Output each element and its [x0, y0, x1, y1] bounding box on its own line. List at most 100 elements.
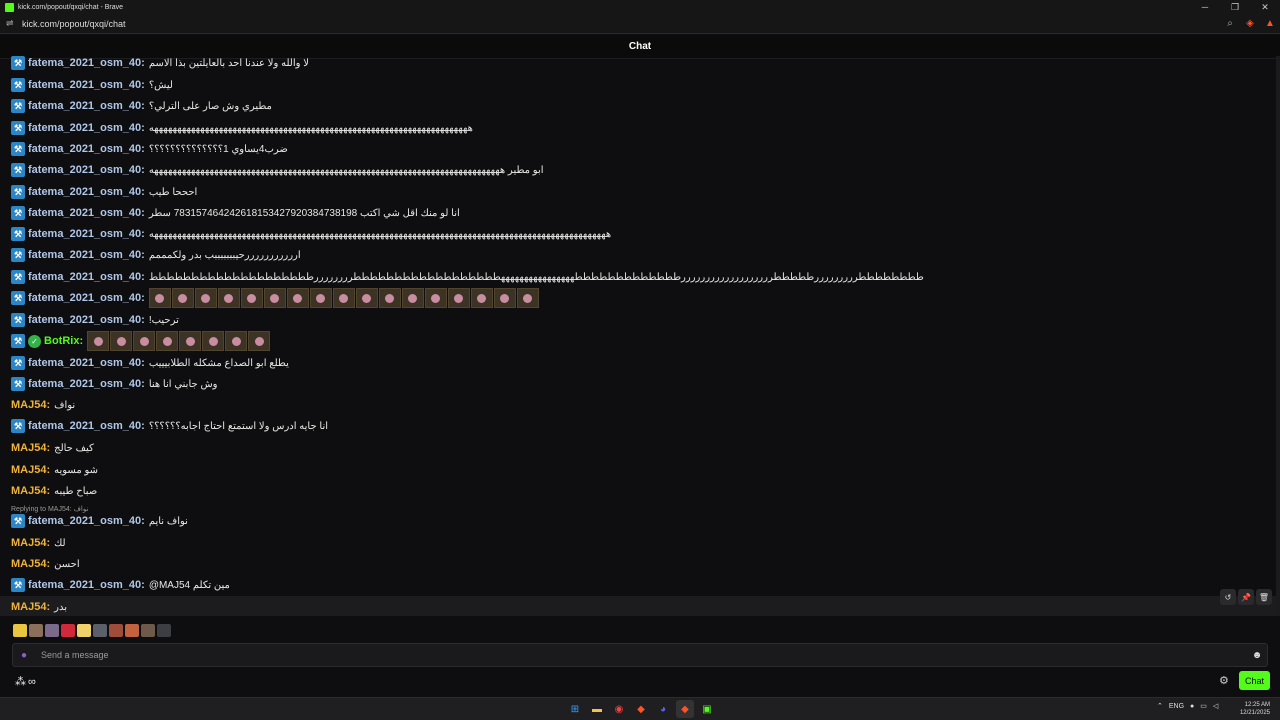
chat-username[interactable]: BotRix:: [44, 335, 83, 347]
channel-points[interactable]: ⁂ ∞: [15, 675, 36, 689]
chat-message[interactable]: ⚒ fatema_2021_osm_40: وش جابني انا هنا: [11, 374, 218, 394]
chat-message[interactable]: MAJ54: شو مسويه: [11, 460, 98, 480]
chat-username[interactable]: fatema_2021_osm_40:: [28, 292, 145, 304]
maximize-button[interactable]: ❐: [1220, 2, 1250, 13]
emote-icon[interactable]: [309, 288, 332, 308]
chat-username[interactable]: fatema_2021_osm_40:: [28, 314, 145, 326]
chat-username[interactable]: fatema_2021_osm_40:: [28, 57, 145, 69]
emote-icon[interactable]: [179, 331, 202, 351]
emote-icon[interactable]: [87, 331, 110, 351]
emote-icon[interactable]: [110, 331, 133, 351]
emote-icon[interactable]: [355, 288, 378, 308]
brave-icon[interactable]: ◆: [632, 700, 650, 718]
emote-icon[interactable]: [125, 624, 139, 637]
chat-message[interactable]: ⚒ fatema_2021_osm_40:: [11, 288, 539, 308]
chat-message[interactable]: MAJ54: بدر: [11, 597, 67, 616]
chat-message[interactable]: ⚒ fatema_2021_osm_40: ضرب4يساوي 1؟؟؟؟؟؟؟؟؟…: [11, 139, 288, 159]
brave-rewards-icon[interactable]: ▲: [1260, 18, 1280, 29]
emote-icon[interactable]: [470, 288, 493, 308]
emote-icon[interactable]: [202, 331, 225, 351]
reply-button[interactable]: ↺: [1220, 589, 1236, 605]
chat-message[interactable]: ⚒ fatema_2021_osm_40: نواف نايم: [11, 511, 188, 531]
emoji-picker-icon[interactable]: ☻: [1247, 650, 1267, 661]
chat-message[interactable]: ⚒ fatema_2021_osm_40: ططططططططرررررررررططط…: [11, 267, 924, 287]
chat-username[interactable]: MAJ54:: [11, 464, 50, 476]
tray-chevron-icon[interactable]: ⌃: [1157, 702, 1163, 710]
chat-message[interactable]: ⚒ fatema_2021_osm_40: ارررررررررررحيبببببب…: [11, 245, 301, 265]
close-button[interactable]: ✕: [1250, 2, 1280, 13]
delete-button[interactable]: 🗑: [1256, 589, 1272, 605]
chat-username[interactable]: fatema_2021_osm_40:: [28, 357, 145, 369]
discord-icon[interactable]: ◕: [654, 700, 672, 718]
network-icon[interactable]: ▭: [1200, 702, 1207, 710]
emote-icon[interactable]: [225, 331, 248, 351]
chrome-icon[interactable]: ◉: [610, 700, 628, 718]
emote-icon[interactable]: [171, 288, 194, 308]
chat-message[interactable]: ⚒ fatema_2021_osm_40: ترحيب!: [11, 310, 179, 330]
chat-username[interactable]: fatema_2021_osm_40:: [28, 143, 145, 155]
language-indicator[interactable]: ENG: [1169, 703, 1184, 710]
chat-message[interactable]: MAJ54: لك: [11, 533, 66, 553]
emote-icon[interactable]: [93, 624, 107, 637]
chat-username[interactable]: MAJ54:: [11, 558, 50, 570]
emote-icon[interactable]: [13, 624, 27, 637]
chat-message[interactable]: MAJ54: صباح طيبه: [11, 481, 97, 501]
emote-icon[interactable]: [378, 288, 401, 308]
emote-icon[interactable]: [424, 288, 447, 308]
brave-active-icon[interactable]: ◆: [676, 700, 694, 718]
emote-icon[interactable]: [141, 624, 155, 637]
chat-username[interactable]: MAJ54:: [11, 485, 50, 497]
chat-username[interactable]: fatema_2021_osm_40:: [28, 164, 145, 176]
emote-icon[interactable]: [516, 288, 539, 308]
chat-message[interactable]: MAJ54: احسن: [11, 554, 80, 574]
chat-messages[interactable]: ⚒ fatema_2021_osm_40: لا والله ولا عندنا ا…: [0, 56, 1276, 616]
emote-icon[interactable]: [217, 288, 240, 308]
chat-username[interactable]: fatema_2021_osm_40:: [28, 378, 145, 390]
chat-username[interactable]: fatema_2021_osm_40:: [28, 515, 145, 527]
chat-message[interactable]: MAJ54: كيف حالج: [11, 438, 94, 458]
chat-username[interactable]: fatema_2021_osm_40:: [28, 579, 145, 591]
start-icon[interactable]: ⊞: [566, 700, 584, 718]
chat-message[interactable]: ⚒ fatema_2021_osm_40: لا والله ولا عندنا ا…: [11, 56, 309, 73]
brave-shields-icon[interactable]: ◈: [1240, 18, 1260, 29]
settings-icon[interactable]: ⚙: [1219, 674, 1229, 687]
site-info-icon[interactable]: ⇌: [6, 18, 16, 29]
chat-username[interactable]: MAJ54:: [11, 399, 50, 411]
chat-username[interactable]: fatema_2021_osm_40:: [28, 79, 145, 91]
chat-message[interactable]: ⚒ fatema_2021_osm_40: هههههههههههههههههههه…: [11, 118, 473, 138]
chat-message[interactable]: ⚒ ✓ BotRix:: [11, 331, 271, 351]
emote-icon[interactable]: [332, 288, 355, 308]
microphone-icon[interactable]: ●: [21, 650, 35, 661]
emote-icon[interactable]: [61, 624, 75, 637]
zoom-icon[interactable]: ⌕: [1220, 18, 1240, 29]
chat-username[interactable]: fatema_2021_osm_40:: [28, 100, 145, 112]
emote-icon[interactable]: [401, 288, 424, 308]
emote-icon[interactable]: [263, 288, 286, 308]
volume-icon[interactable]: ◁: [1213, 702, 1218, 710]
emote-icon[interactable]: [286, 288, 309, 308]
message-input[interactable]: [41, 650, 1247, 660]
emote-icon[interactable]: [45, 624, 59, 637]
pin-button[interactable]: 📌: [1238, 589, 1254, 605]
emote-icon[interactable]: [493, 288, 516, 308]
emote-icon[interactable]: [248, 331, 271, 351]
chat-message[interactable]: ⚒ fatema_2021_osm_40: احححا طيب: [11, 182, 197, 202]
chat-message[interactable]: ⚒ fatema_2021_osm_40: انا لو منك اقل شي اك…: [11, 203, 460, 223]
chat-username[interactable]: MAJ54:: [11, 601, 50, 613]
emote-icon[interactable]: [29, 624, 43, 637]
chat-username[interactable]: fatema_2021_osm_40:: [28, 228, 145, 240]
chat-username[interactable]: MAJ54:: [11, 442, 50, 454]
emote-icon[interactable]: [240, 288, 263, 308]
chat-message[interactable]: ⚒ fatema_2021_osm_40: يطلع ابو الصداع مشكل…: [11, 353, 289, 373]
chat-message[interactable]: ⚒ fatema_2021_osm_40: هههههههههههههههههههه…: [11, 224, 611, 244]
chat-username[interactable]: fatema_2021_osm_40:: [28, 249, 145, 261]
emote-icon[interactable]: [194, 288, 217, 308]
chat-message[interactable]: ⚒ fatema_2021_osm_40: ابو مطير ههههههههههه…: [11, 160, 544, 180]
minimize-button[interactable]: ─: [1190, 2, 1220, 12]
emote-icon[interactable]: [109, 624, 123, 637]
emote-icon[interactable]: [156, 331, 179, 351]
chat-message[interactable]: ⚒ fatema_2021_osm_40: ليش؟: [11, 75, 173, 95]
chat-scrollbar[interactable]: [1276, 56, 1280, 616]
send-chat-button[interactable]: Chat: [1239, 671, 1270, 690]
chat-message[interactable]: MAJ54: نواف: [11, 395, 75, 415]
